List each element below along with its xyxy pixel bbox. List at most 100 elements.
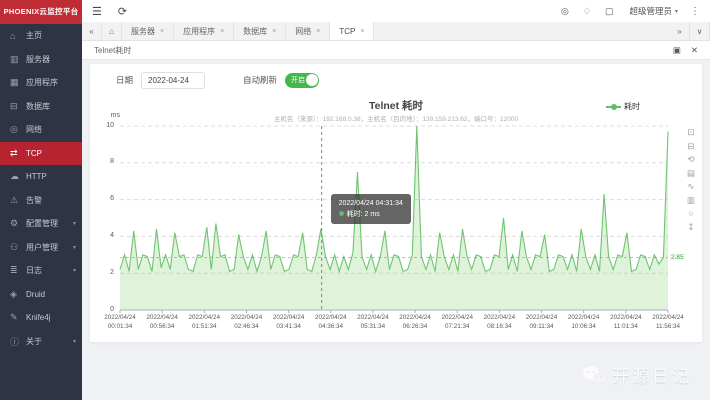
database-icon: ⊟: [10, 101, 22, 112]
network-icon: ◎: [10, 124, 22, 135]
top-header: ☰ ⟳ ◎ ♢ ▢ 超级管理员 ▾ ⋮: [82, 0, 710, 22]
auto-refresh-wrap: 自动刷新 开启: [243, 73, 319, 88]
legend-item-haoshi[interactable]: 耗时: [606, 101, 640, 112]
user-menu[interactable]: 超级管理员 ▾: [629, 5, 678, 17]
home-icon: ⌂: [10, 31, 22, 41]
chart-toolbox: ⊡ ⊟ ⟲ ▤ ∿ ▥ ○ ↧: [687, 128, 695, 231]
tab-label: 服务器: [131, 26, 155, 37]
sidebar-item-database[interactable]: ⊟ 数据库: [0, 95, 82, 119]
close-tab-icon[interactable]: ×: [272, 28, 276, 35]
sidebar-item-http[interactable]: ☁ HTTP: [0, 165, 82, 189]
maximize-icon[interactable]: ▣: [673, 45, 681, 56]
chart-svg: [120, 126, 668, 310]
watermark: 开源日记: [582, 362, 692, 387]
sidebar-item-label: 服务器: [26, 54, 50, 65]
plot-area[interactable]: [120, 126, 668, 310]
collapse-tabs-icon[interactable]: «: [82, 22, 102, 40]
alarm-icon: ⚠: [10, 195, 22, 206]
date-input[interactable]: [141, 72, 205, 89]
tab-数据库[interactable]: 数据库×: [234, 22, 286, 40]
sidebar-item-label: Knife4j: [26, 313, 50, 322]
sidebar-item-network[interactable]: ◎ 网络: [0, 118, 82, 142]
close-tab-icon[interactable]: ×: [160, 28, 164, 35]
y-tick-label: 10: [90, 122, 114, 129]
more-icon[interactable]: ⋮: [690, 6, 700, 17]
sidebar-item-label: 数据库: [26, 101, 50, 112]
legend-label: 耗时: [624, 101, 640, 112]
y-tick-label: 2: [90, 269, 114, 276]
notification-icon[interactable]: ♢: [583, 6, 591, 17]
sidebar-item-users[interactable]: ⚇ 用户管理 ▾: [0, 236, 82, 260]
http-icon: ☁: [10, 171, 22, 182]
wechat-icon: [582, 365, 606, 385]
sidebar-item-label: 应用程序: [26, 77, 58, 88]
chevron-down-icon: ▾: [675, 8, 678, 15]
refresh-icon[interactable]: ⟳: [118, 5, 127, 18]
scroll-right-icon[interactable]: »: [670, 22, 690, 40]
sidebar-item-label: HTTP: [26, 172, 47, 181]
data-view-icon[interactable]: ▤: [687, 169, 695, 178]
sidebar: PHOENIX云监控平台 ⌂主页▥服务器▦应用程序⊟数据库◎网络⇄TCP☁HTT…: [0, 0, 82, 400]
gear-icon: ⚙: [10, 218, 22, 229]
zoom-reset-icon[interactable]: ⊟: [687, 142, 695, 151]
sidebar-item-server[interactable]: ▥服务器: [0, 48, 82, 72]
y-tick-label: 8: [90, 158, 114, 165]
tabs-right-controls: » ∨: [670, 22, 710, 40]
tab-label: TCP: [339, 27, 355, 36]
chevron-down-icon: ▾: [73, 244, 76, 251]
sidebar-item-home[interactable]: ⌂主页: [0, 24, 82, 48]
knife4j-icon: ✎: [10, 312, 22, 323]
restore-icon[interactable]: ⟲: [687, 155, 695, 164]
line-chart-icon[interactable]: ∿: [687, 182, 695, 191]
home-tab-icon[interactable]: ⌂: [102, 22, 122, 40]
y-axis-unit: ms: [96, 112, 120, 119]
app-root: PHOENIX云监控平台 ⌂主页▥服务器▦应用程序⊟数据库◎网络⇄TCP☁HTT…: [0, 0, 710, 400]
tab-options-icon[interactable]: ∨: [690, 22, 710, 40]
y-tick-label: 0: [90, 306, 114, 313]
date-label: 日期: [116, 74, 133, 86]
chevron-down-icon: ▾: [73, 220, 76, 227]
search-icon[interactable]: ◎: [561, 6, 569, 17]
zoom-select-icon[interactable]: ⊡: [687, 128, 695, 137]
x-tick-label: 2022/04/2411:56:34: [641, 314, 695, 331]
close-tab-icon[interactable]: ×: [360, 28, 364, 35]
close-tab-icon[interactable]: ×: [220, 28, 224, 35]
sidebar-item-logs[interactable]: ≣日志▾: [0, 259, 82, 283]
sidebar-item-application[interactable]: ▦应用程序: [0, 71, 82, 95]
tab-服务器[interactable]: 服务器 ×: [122, 22, 174, 40]
sidebar-menu: ⌂主页▥服务器▦应用程序 ⊟ 数据库 ◎ 网络 ⇄TCP ☁ HTTP ⚠ 告警 ⚙配置管理▾ ⚇ 用户…: [0, 24, 82, 353]
toggle-knob: [306, 74, 318, 86]
tab-label: 应用程序: [183, 26, 215, 37]
bar-chart-icon[interactable]: ▥: [687, 196, 695, 205]
sidebar-item-label: 用户管理: [26, 242, 58, 253]
sidebar-item-config[interactable]: ⚙配置管理▾: [0, 212, 82, 236]
close-tab-icon[interactable]: ×: [316, 28, 320, 35]
user-icon: ⚇: [10, 242, 22, 253]
refresh-icon[interactable]: ○: [687, 209, 695, 218]
sidebar-item-alarm[interactable]: ⚠ 告警: [0, 189, 82, 213]
menu-icon[interactable]: ☰: [92, 5, 102, 18]
sidebar-item-label: TCP: [26, 149, 42, 158]
user-label: 超级管理员: [629, 5, 672, 17]
save-image-icon[interactable]: ↧: [687, 223, 695, 232]
content-card: 日期 自动刷新 开启 Telnet 耗时 主机名（来源）：192.168.0.3…: [90, 64, 702, 342]
tab-TCP[interactable]: TCP ×: [330, 22, 374, 40]
tab-应用程序[interactable]: 应用程序 ×: [174, 22, 234, 40]
main-area: ☰⟳ ◎♢▢ 超级管理员 ▾ ⋮ « ⌂ 服务器×应用程序×数据库×网络×TCP…: [82, 0, 710, 400]
sidebar-item-tcp[interactable]: ⇄TCP: [0, 142, 82, 166]
fullscreen-icon[interactable]: ▢: [605, 6, 614, 17]
breadcrumb: Telnet耗时: [94, 45, 131, 56]
sidebar-item-label: 日志: [26, 265, 42, 276]
auto-refresh-toggle[interactable]: 开启: [285, 73, 319, 88]
sidebar-item-druid[interactable]: ◈Druid: [0, 283, 82, 307]
y-tick-label: 6: [90, 195, 114, 202]
breadcrumb-icons: ▣ ✕: [673, 45, 698, 56]
breadcrumb-bar: Telnet耗时 ▣ ✕: [82, 41, 710, 60]
sidebar-item-label: 网络: [26, 124, 42, 135]
tab-网络[interactable]: 网络×: [286, 22, 330, 40]
sidebar-item-label: 告警: [26, 195, 42, 206]
close-icon[interactable]: ✕: [691, 45, 698, 56]
x-tick-time: 11:56:34: [641, 323, 695, 332]
sidebar-item-about[interactable]: ⓘ关于▾: [0, 330, 82, 354]
sidebar-item-knife4j[interactable]: ✎ Knife4j: [0, 306, 82, 330]
